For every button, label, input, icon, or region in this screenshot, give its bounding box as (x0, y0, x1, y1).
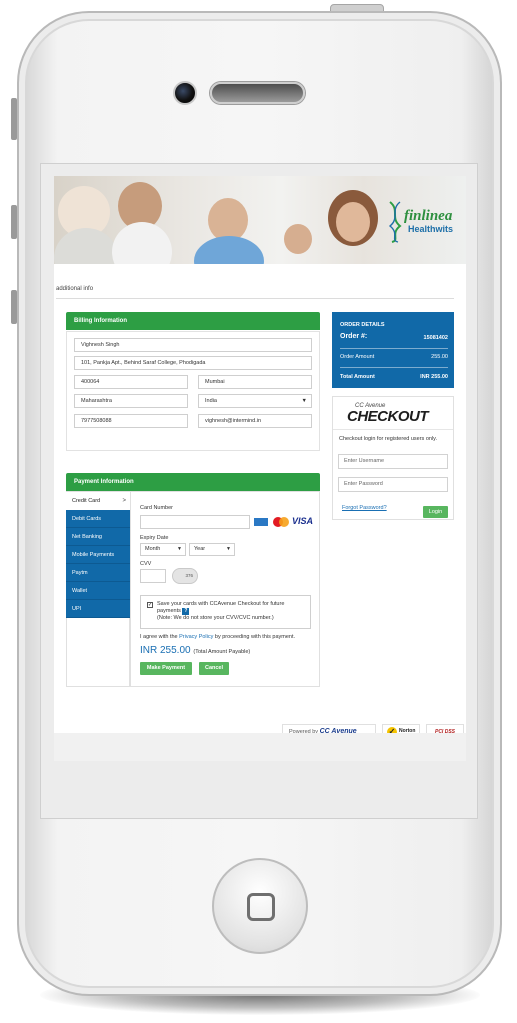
agree-text: I agree with the Privacy Policy by proce… (140, 634, 295, 640)
privacy-policy-link[interactable]: Privacy Policy (179, 634, 213, 640)
expiry-year-select[interactable]: Year ▼ (189, 543, 235, 556)
order-details-panel: ORDER DETAILS Order #: 15081402 Order Am… (332, 312, 454, 388)
visa-card-icon: VISA (292, 516, 314, 526)
divider (333, 429, 453, 430)
tab-column-spacer (66, 618, 130, 687)
agree-suffix: by proceeding with this payment. (213, 634, 296, 640)
chevron-down-icon: ▼ (177, 546, 182, 552)
earpiece-speaker (210, 82, 305, 104)
billing-phone-field[interactable]: 7977508088 (74, 414, 188, 428)
home-square-icon (247, 893, 275, 921)
page-bottom-bar (54, 733, 466, 761)
person-photo (336, 202, 370, 242)
banner: finlinea Healthwits (54, 176, 466, 264)
brand-logo: finlinea Healthwits (382, 190, 462, 254)
card-number-label: Card Number (140, 505, 174, 511)
tab-label: Credit Card (72, 498, 101, 504)
billing-email-field[interactable]: vighnesh@intermind.in (198, 414, 312, 428)
home-button[interactable] (212, 858, 308, 954)
payable-amount: INR 255.00 (Total Amount Payable) (140, 645, 250, 656)
billing-country-value: India (205, 398, 217, 404)
tab-credit-card[interactable]: Credit Card > (66, 492, 130, 510)
amount-value: INR 255.00 (140, 645, 191, 656)
chevron-down-icon: ▼ (226, 546, 231, 552)
person-photo (54, 228, 118, 264)
password-input[interactable]: Enter Password (338, 477, 448, 492)
person-photo (284, 224, 312, 254)
person-photo (194, 236, 264, 264)
dna-icon (388, 201, 402, 243)
help-icon[interactable]: ? (182, 608, 190, 615)
brand-name: finlinea (404, 208, 453, 224)
chevron-right-icon: > (122, 498, 126, 504)
billing-address-field[interactable]: 101, Pankja Apt., Behind Saraf College, … (74, 356, 312, 370)
order-number-label: Order #: (340, 333, 368, 340)
amex-card-icon (253, 517, 269, 527)
billing-city-field[interactable]: Mumbai (198, 375, 312, 389)
save-card-option[interactable]: ✓ Save your cards with CCAvenue Checkout… (140, 595, 311, 629)
checkout-login-text: Checkout login for registered users only… (339, 436, 438, 442)
order-details-title: ORDER DETAILS (340, 322, 385, 328)
brand-sub: Healthwits (408, 224, 454, 234)
year-value: Year (194, 546, 206, 552)
tab-upi[interactable]: UPI (66, 600, 130, 618)
billing-header: Billing Information (66, 312, 320, 330)
additional-info-link[interactable]: additional info (56, 286, 93, 292)
tab-paytm[interactable]: Paytm (66, 564, 130, 582)
billing-state-field[interactable]: Maharashtra (74, 394, 188, 408)
cvv-card-icon: 376 (172, 568, 198, 584)
checkout-logo: CHECKOUT (347, 408, 429, 425)
expiry-label: Expiry Date (140, 535, 169, 541)
tab-wallet[interactable]: Wallet (66, 582, 130, 600)
total-amount-value: INR 255.00 (420, 374, 448, 380)
total-amount-label: Total Amount (340, 374, 375, 380)
save-card-checkbox[interactable]: ✓ (147, 602, 153, 608)
username-input[interactable]: Enter Username (338, 454, 448, 469)
login-button[interactable]: Login (423, 506, 448, 518)
save-card-label: Save your cards with CCAvenue Checkout f… (157, 601, 285, 614)
person-photo (112, 222, 172, 264)
cancel-button[interactable]: Cancel (199, 662, 229, 675)
cvv-label: CVV (140, 561, 152, 567)
tab-debit-cards[interactable]: Debit Cards (66, 510, 130, 528)
tab-net-banking[interactable]: Net Banking (66, 528, 130, 546)
card-number-input[interactable] (140, 515, 250, 529)
order-number-value: 15081402 (423, 335, 448, 341)
amount-note: (Total Amount Payable) (193, 649, 251, 655)
expiry-month-select[interactable]: Month ▼ (140, 543, 186, 556)
divider (56, 298, 454, 299)
payment-header: Payment Information (66, 473, 320, 491)
card-brand-logos: VISA (253, 515, 313, 529)
month-value: Month (145, 546, 161, 552)
billing-name-field[interactable]: Vighnesh Singh (74, 338, 312, 352)
phone-screen: finlinea Healthwits additional info Bill… (40, 163, 478, 819)
mastercard-icon (273, 517, 289, 527)
chevron-down-icon: ▼ (301, 398, 307, 404)
divider (130, 492, 131, 687)
order-amount-label: Order Amount (340, 354, 375, 360)
agree-prefix: I agree with the (140, 634, 180, 640)
tab-mobile-payments[interactable]: Mobile Payments (66, 546, 130, 564)
total-amount-row: Total Amount INR 255.00 (340, 367, 448, 385)
cvv-input[interactable] (140, 569, 166, 583)
order-number-row: Order #: 15081402 (340, 330, 448, 348)
make-payment-button[interactable]: Make Payment (140, 662, 192, 675)
checkout-login-panel: CC Avenue CHECKOUT Checkout login for re… (332, 396, 454, 520)
forgot-password-link[interactable]: Forgot Password? (342, 505, 387, 511)
billing-country-select[interactable]: India ▼ (198, 394, 312, 408)
order-amount-row: Order Amount 255.00 (340, 348, 448, 366)
save-card-text: Save your cards with CCAvenue Checkout f… (157, 601, 307, 622)
order-amount-value: 255.00 (431, 354, 448, 360)
billing-zip-field[interactable]: 400064 (74, 375, 188, 389)
front-camera (173, 81, 197, 105)
checkout-page: finlinea Healthwits additional info Bill… (54, 176, 466, 740)
save-card-note: (Note: We do not store your CVV/CVC numb… (157, 615, 274, 621)
